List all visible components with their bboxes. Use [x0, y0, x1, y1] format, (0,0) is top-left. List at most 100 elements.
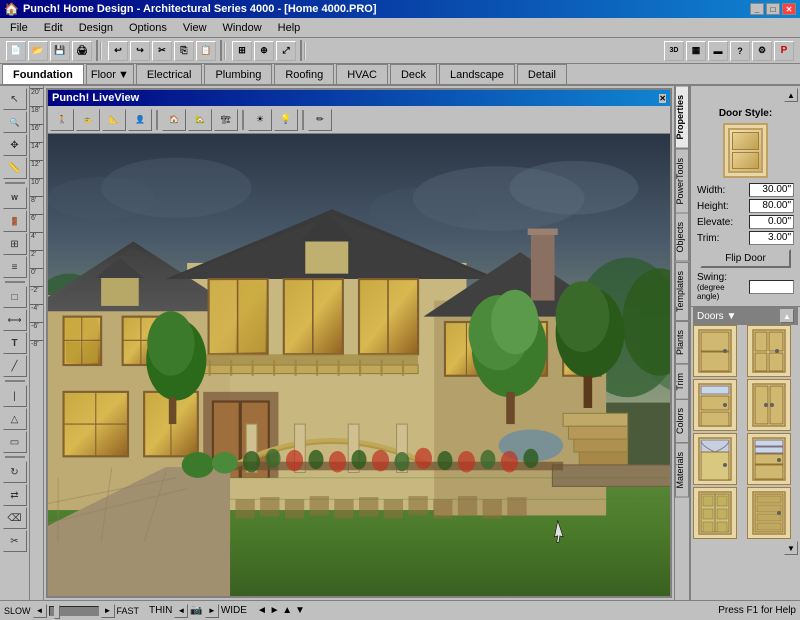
- tab-foundation[interactable]: Foundation: [2, 64, 84, 84]
- lv-elevation-btn[interactable]: 📐: [102, 109, 126, 131]
- vtab-colors[interactable]: Colors: [675, 399, 689, 443]
- stair-tool[interactable]: ≡: [3, 256, 27, 278]
- panel-scroll-up[interactable]: ▲: [784, 88, 798, 102]
- select-tool[interactable]: ↖: [3, 88, 27, 110]
- lv-building-btn[interactable]: 🏗: [214, 109, 238, 131]
- door-thumb-4[interactable]: [747, 379, 791, 431]
- door-thumb-3[interactable]: [693, 379, 737, 431]
- liveview-canvas[interactable]: [48, 134, 670, 596]
- maximize-button[interactable]: □: [766, 3, 780, 15]
- close-button[interactable]: ✕: [782, 3, 796, 15]
- menu-options[interactable]: Options: [121, 20, 175, 36]
- menu-file[interactable]: File: [2, 20, 36, 36]
- window-controls[interactable]: _ □ ✕: [750, 3, 796, 15]
- flip-door-button[interactable]: Flip Door: [700, 249, 791, 268]
- zoom-tool[interactable]: 🔍: [3, 111, 27, 133]
- tab-hvac[interactable]: HVAC: [336, 64, 388, 84]
- cut-button[interactable]: ✂: [152, 41, 172, 61]
- next-btn-2[interactable]: ►: [205, 604, 219, 618]
- door-thumb-5[interactable]: [693, 433, 737, 485]
- vtab-plants[interactable]: Plants: [675, 321, 689, 364]
- lv-person-btn[interactable]: 👤: [128, 109, 152, 131]
- redo-button[interactable]: ↪: [130, 41, 150, 61]
- liveview-close[interactable]: ✕: [659, 94, 666, 103]
- lv-house2-btn[interactable]: 🏡: [188, 109, 212, 131]
- menu-view[interactable]: View: [175, 20, 215, 36]
- paste-button[interactable]: 📋: [196, 41, 216, 61]
- panel-scroll-down[interactable]: ▼: [784, 541, 798, 555]
- door-thumb-2[interactable]: [747, 325, 791, 377]
- prev-btn-2[interactable]: ◄: [174, 604, 188, 618]
- elevate-value[interactable]: 0.00": [749, 215, 794, 229]
- room-tool[interactable]: □: [3, 286, 27, 308]
- zoom-extents-button[interactable]: ⤢: [276, 41, 296, 61]
- elevation-button[interactable]: ▬: [708, 41, 728, 61]
- pan-tool[interactable]: ✥: [3, 134, 27, 156]
- rotate-tool[interactable]: ↻: [3, 461, 27, 483]
- tab-roofing[interactable]: Roofing: [274, 64, 334, 84]
- tab-plumbing[interactable]: Plumbing: [204, 64, 272, 84]
- speed-slider[interactable]: [49, 606, 99, 616]
- lv-helicopter-btn[interactable]: 🚁: [76, 109, 100, 131]
- erase-tool[interactable]: ⌫: [3, 507, 27, 529]
- deck-tool[interactable]: ▭: [3, 431, 27, 453]
- doors-scroll-up[interactable]: ▲: [780, 309, 794, 323]
- door-thumb-7[interactable]: [693, 487, 737, 539]
- menu-edit[interactable]: Edit: [36, 20, 71, 36]
- line-tool[interactable]: ╱: [3, 355, 27, 377]
- vtab-templates[interactable]: Templates: [675, 262, 689, 321]
- prev-btn[interactable]: ◄: [33, 604, 47, 618]
- trim-value[interactable]: 3.00": [749, 231, 794, 245]
- mirror-tool[interactable]: ⇄: [3, 484, 27, 506]
- vtab-objects[interactable]: Objects: [675, 213, 689, 262]
- door-thumb-1[interactable]: [693, 325, 737, 377]
- wall-tool[interactable]: W: [3, 187, 27, 209]
- trim-tool[interactable]: ✂: [3, 530, 27, 552]
- grid-button[interactable]: ⊞: [232, 41, 252, 61]
- column-tool[interactable]: |: [3, 385, 27, 407]
- next-btn[interactable]: ►: [101, 604, 115, 618]
- roof-tool[interactable]: △: [3, 408, 27, 430]
- lv-light-btn[interactable]: 💡: [274, 109, 298, 131]
- print-button[interactable]: 🖨: [72, 41, 92, 61]
- help-button[interactable]: ?: [730, 41, 750, 61]
- minimize-button[interactable]: _: [750, 3, 764, 15]
- settings-button[interactable]: ⚙: [752, 41, 772, 61]
- open-button[interactable]: 📂: [28, 41, 48, 61]
- door-thumb-6[interactable]: [747, 433, 791, 485]
- save-button[interactable]: 💾: [50, 41, 70, 61]
- tab-floor[interactable]: Floor ▼: [86, 64, 134, 84]
- width-value[interactable]: 30.00": [749, 183, 794, 197]
- menu-window[interactable]: Window: [215, 20, 270, 36]
- tab-electrical[interactable]: Electrical: [136, 64, 203, 84]
- 3d-view-button[interactable]: 3D: [664, 41, 684, 61]
- speed-thumb[interactable]: [54, 605, 60, 619]
- text-tool[interactable]: T: [3, 332, 27, 354]
- height-value[interactable]: 80.00": [749, 199, 794, 213]
- undo-button[interactable]: ↩: [108, 41, 128, 61]
- new-button[interactable]: 📄: [6, 41, 26, 61]
- menu-design[interactable]: Design: [71, 20, 121, 36]
- vtab-powertools[interactable]: PowerTools: [675, 149, 689, 214]
- vtab-trim[interactable]: Trim: [675, 364, 689, 400]
- tab-landscape[interactable]: Landscape: [439, 64, 515, 84]
- lv-sun-btn[interactable]: ☀: [248, 109, 272, 131]
- window-tool[interactable]: ⊞: [3, 233, 27, 255]
- door-thumb-7-svg: [697, 491, 733, 535]
- dimension-tool[interactable]: ⟷: [3, 309, 27, 331]
- swing-value[interactable]: [749, 280, 794, 294]
- snap-button[interactable]: ⊕: [254, 41, 274, 61]
- door-tool[interactable]: 🚪: [3, 210, 27, 232]
- menu-help[interactable]: Help: [270, 20, 309, 36]
- lv-house-btn[interactable]: 🏠: [162, 109, 186, 131]
- plan-view-button[interactable]: ▦: [686, 41, 706, 61]
- copy-button[interactable]: ⎘: [174, 41, 194, 61]
- lv-walk-btn[interactable]: 🚶: [50, 109, 74, 131]
- tab-detail[interactable]: Detail: [517, 64, 567, 84]
- vtab-materials[interactable]: Materials: [675, 443, 689, 498]
- vtab-properties[interactable]: Properties: [675, 86, 689, 149]
- door-thumb-8[interactable]: [747, 487, 791, 539]
- measure-tool[interactable]: 📏: [3, 157, 27, 179]
- lv-pencil-btn[interactable]: ✏: [308, 109, 332, 131]
- tab-deck[interactable]: Deck: [390, 64, 437, 84]
